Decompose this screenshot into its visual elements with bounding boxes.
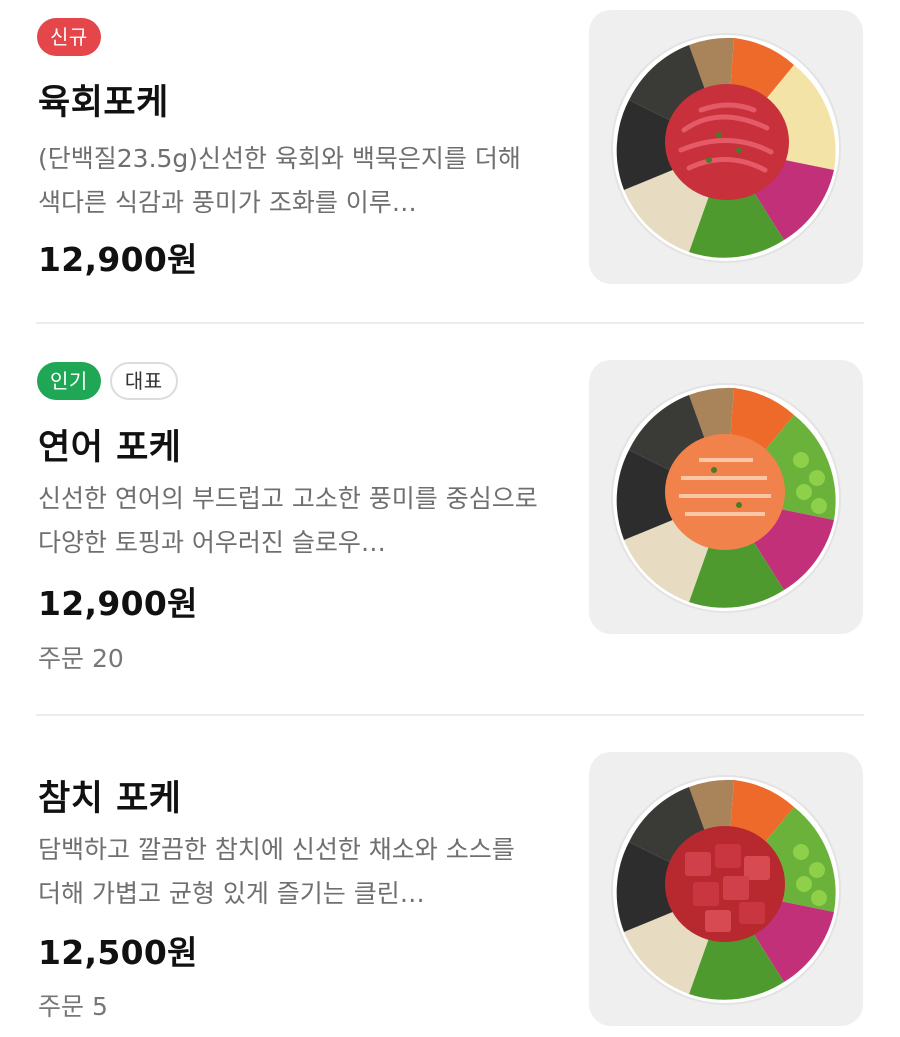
order-count: 주문 5 (38, 992, 108, 1021)
popular-badge: 인기 (37, 362, 101, 400)
menu-list: 신규 육회포케 (단백질23.5g)신선한 육회와 백묵은지를 더해 색다른 식… (0, 0, 900, 1037)
menu-item-name: 참치 포케 (38, 779, 182, 819)
menu-item-image (589, 360, 863, 634)
menu-item-price: 12,500원 (38, 933, 198, 972)
new-badge: 신규 (37, 18, 101, 56)
menu-item-name: 육회포케 (38, 83, 169, 123)
menu-item-price: 12,900원 (38, 240, 198, 279)
menu-item-salmon-poke[interactable]: 인기 대표 연어 포케 신선한 연어의 부드럽고 고소한 풍미를 중심으로 다양… (0, 324, 900, 714)
menu-item-description: (단백질23.5g)신선한 육회와 백묵은지를 더해 색다른 식감과 풍미가 조… (38, 144, 521, 217)
salmon-poke-bowl-image (611, 383, 841, 613)
menu-item-tuna-poke[interactable]: 참치 포케 담백하고 깔끔한 참치에 신선한 채소와 소스를 더해 가볍고 균형… (0, 716, 900, 1037)
menu-item-name: 연어 포케 (38, 428, 182, 468)
menu-item-yukhoe-poke[interactable]: 신규 육회포케 (단백질23.5g)신선한 육회와 백묵은지를 더해 색다른 식… (0, 0, 900, 322)
order-count: 주문 20 (38, 644, 124, 673)
menu-item-image (589, 752, 863, 1026)
badge-group: 신규 (37, 18, 101, 56)
badge-group: 인기 대표 (37, 362, 178, 400)
tuna-poke-bowl-image (611, 775, 841, 1005)
menu-item-description: 신선한 연어의 부드럽고 고소한 풍미를 중심으로 다양한 토핑과 어우러진 슬… (38, 484, 538, 557)
menu-item-description: 담백하고 깔끔한 참치에 신선한 채소와 소스를 더해 가볍고 균형 있게 즐기… (38, 835, 515, 908)
menu-item-image (589, 10, 863, 284)
signature-badge: 대표 (109, 362, 178, 400)
yukhoe-poke-bowl-image (611, 33, 841, 263)
menu-item-price: 12,900원 (38, 584, 198, 623)
